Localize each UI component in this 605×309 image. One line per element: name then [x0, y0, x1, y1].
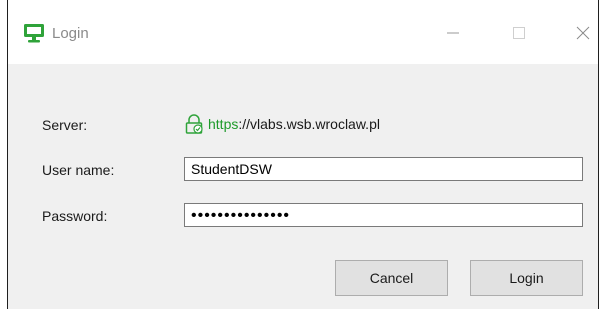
password-field[interactable]: ••••••••••••••• — [184, 203, 583, 227]
close-button[interactable] — [566, 18, 600, 48]
login-dialog: Login Server: https://vlabs.wsb.wroclaw. — [7, 0, 599, 309]
password-mask: ••••••••••••••• — [191, 207, 291, 224]
minimize-icon — [447, 32, 459, 34]
monitor-icon — [24, 24, 44, 43]
close-icon — [576, 26, 590, 40]
server-scheme: https — [208, 116, 239, 132]
maximize-button[interactable] — [502, 18, 536, 48]
lock-icon — [185, 114, 203, 134]
title-bar[interactable]: Login — [8, 0, 598, 64]
maximize-icon — [513, 27, 525, 39]
server-label: Server: — [42, 117, 88, 133]
minimize-button[interactable] — [436, 18, 470, 48]
login-button[interactable]: Login — [470, 260, 583, 296]
username-label: User name: — [42, 162, 115, 178]
password-label: Password: — [42, 208, 108, 224]
server-address: https://vlabs.wsb.wroclaw.pl — [184, 114, 380, 134]
server-host: ://vlabs.wsb.wroclaw.pl — [238, 116, 380, 132]
window-title: Login — [52, 25, 89, 42]
username-field[interactable]: StudentDSW — [184, 157, 583, 181]
cancel-button[interactable]: Cancel — [335, 260, 448, 296]
